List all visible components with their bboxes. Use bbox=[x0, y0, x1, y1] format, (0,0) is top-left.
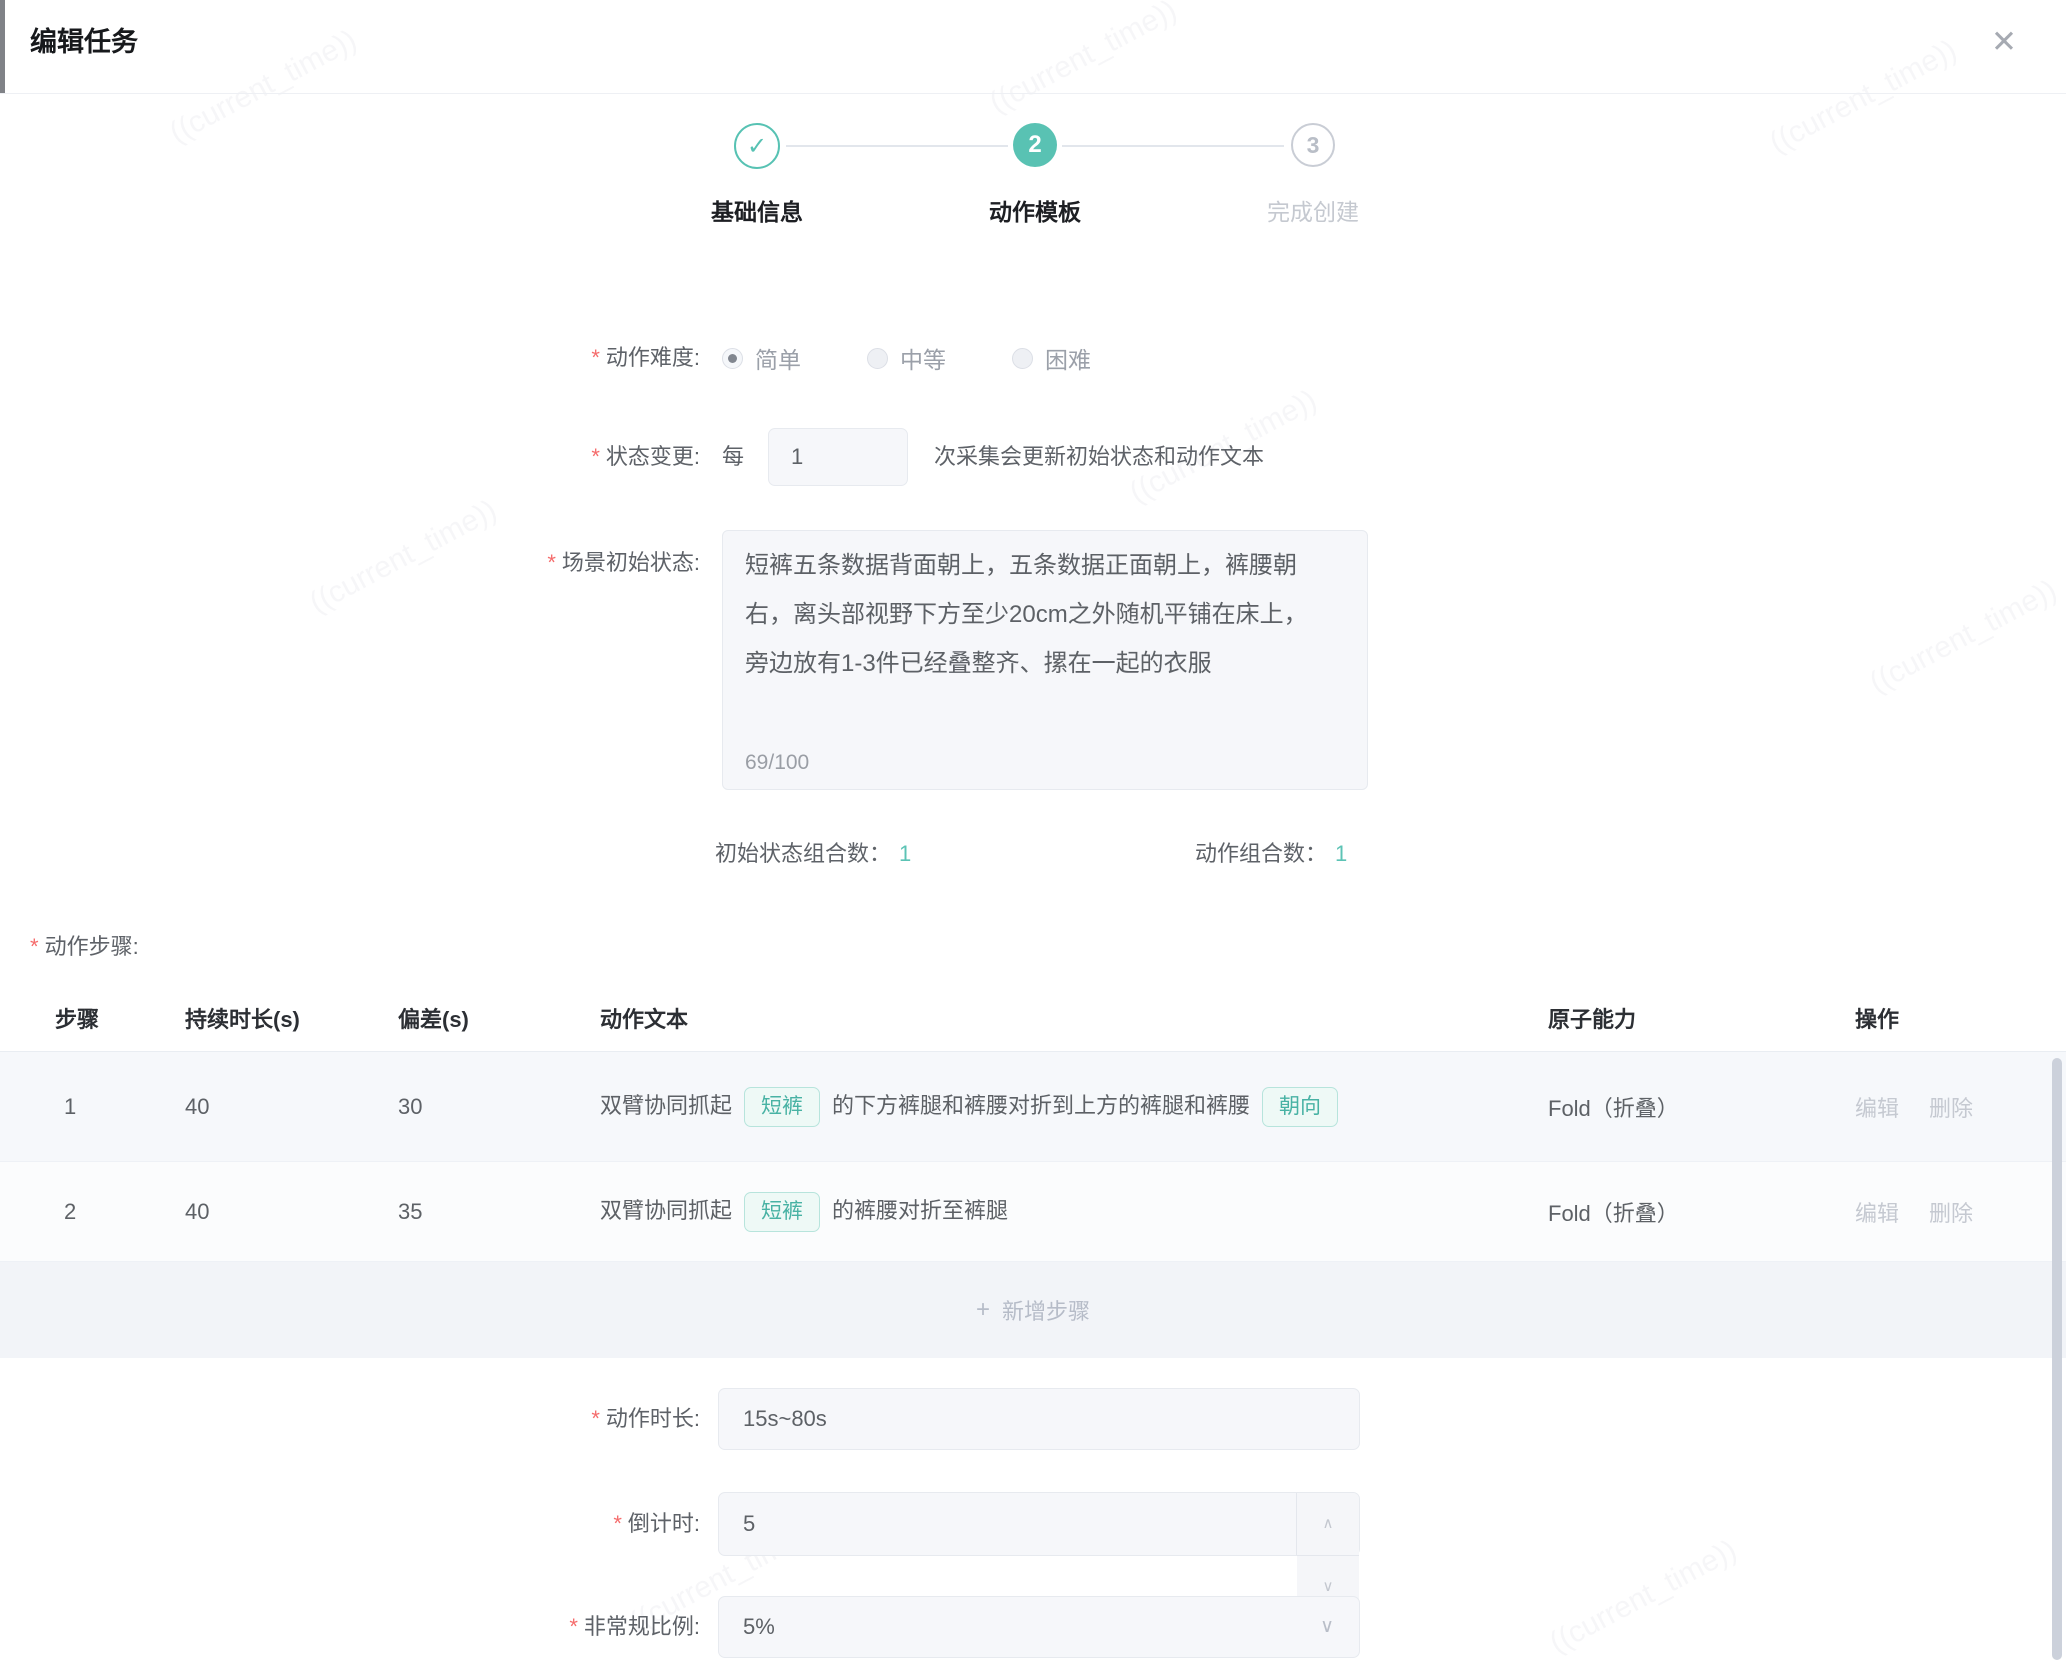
step-3-label: 完成创建 bbox=[1193, 193, 1433, 227]
difficulty-radio-group: 简单 中等 困难 bbox=[722, 330, 1157, 386]
table-row: 2 40 35 双臂协同抓起短裤的裤腰对折至裤腿 Fold（折叠） 编辑 删除 bbox=[0, 1162, 2066, 1262]
add-step-button[interactable]: + 新增步骤 bbox=[976, 1294, 1090, 1326]
plus-icon: + bbox=[976, 1296, 990, 1324]
table-row: 1 40 30 双臂协同抓起短裤的下方裤腿和裤腰对折到上方的裤腿和裤腰朝向 Fo… bbox=[0, 1052, 2066, 1162]
action-combo-count: 动作组合数：1 bbox=[1195, 832, 1347, 876]
row-ability: Fold（折叠） bbox=[1548, 1196, 1679, 1228]
required-asterisk: * bbox=[30, 934, 39, 959]
window-edge bbox=[0, 0, 5, 93]
add-step-label: 新增步骤 bbox=[1002, 1294, 1090, 1326]
duration-label: *动作时长: bbox=[0, 1388, 700, 1450]
row-duration: 40 bbox=[185, 1199, 209, 1225]
row-deviation: 35 bbox=[398, 1199, 422, 1225]
step-1-check-icon: ✓ bbox=[734, 123, 780, 169]
duration-input[interactable]: 15s~80s bbox=[718, 1388, 1360, 1450]
radio-circle-checked bbox=[722, 348, 743, 369]
countdown-label: *倒计时: bbox=[0, 1492, 700, 1556]
add-step-band: + 新增步骤 bbox=[0, 1262, 2066, 1358]
countdown-input[interactable]: 5 ∧ ∨ bbox=[718, 1492, 1360, 1556]
row-step: 1 bbox=[64, 1094, 76, 1120]
row-duration: 40 bbox=[185, 1094, 209, 1120]
radio-circle bbox=[867, 348, 888, 369]
object-tag: 短裤 bbox=[744, 1087, 820, 1127]
direction-tag: 朝向 bbox=[1262, 1087, 1338, 1127]
scrollbar-thumb[interactable] bbox=[2052, 1058, 2062, 1660]
watermark-text: ((current_time)) bbox=[1544, 1533, 1742, 1660]
required-asterisk: * bbox=[591, 345, 600, 370]
number-spinner: ∧ ∨ bbox=[1296, 1493, 1359, 1555]
radio-easy[interactable]: 简单 bbox=[722, 341, 801, 375]
state-change-input[interactable]: 1 bbox=[768, 428, 908, 486]
step-2-circle: 2 bbox=[1013, 123, 1057, 167]
col-actions: 操作 bbox=[1855, 1002, 1899, 1034]
step-3-circle: 3 bbox=[1291, 123, 1335, 167]
row-actions: 编辑 删除 bbox=[1855, 1196, 2003, 1228]
radio-easy-label: 简单 bbox=[755, 341, 801, 375]
radio-hard[interactable]: 困难 bbox=[1012, 341, 1091, 375]
step-1-label: 基础信息 bbox=[637, 193, 877, 227]
required-asterisk: * bbox=[547, 550, 556, 575]
state-change-label: *状态变更: bbox=[0, 428, 700, 486]
difficulty-label: *动作难度: bbox=[0, 330, 700, 386]
ratio-value: 5% bbox=[743, 1614, 775, 1639]
object-tag: 短裤 bbox=[744, 1192, 820, 1232]
initial-combo-count: 初始状态组合数：1 bbox=[715, 832, 911, 876]
col-duration: 持续时长(s) bbox=[185, 1002, 300, 1034]
col-action-text: 动作文本 bbox=[600, 1002, 688, 1034]
step-2-label: 动作模板 bbox=[915, 193, 1155, 227]
radio-medium-label: 中等 bbox=[900, 341, 946, 375]
required-asterisk: * bbox=[613, 1511, 622, 1536]
initial-state-label: *场景初始状态: bbox=[0, 543, 700, 583]
row-ability: Fold（折叠） bbox=[1548, 1091, 1679, 1123]
row-action-text: 双臂协同抓起短裤的下方裤腿和裤腰对折到上方的裤腿和裤腰朝向 bbox=[600, 1087, 1350, 1127]
step-connector bbox=[786, 145, 1008, 147]
col-ability: 原子能力 bbox=[1548, 1002, 1636, 1034]
initial-combo-value: 1 bbox=[899, 841, 911, 866]
state-change-prefix: 每 bbox=[722, 428, 744, 486]
row-step: 2 bbox=[64, 1199, 76, 1225]
col-deviation: 偏差(s) bbox=[398, 1002, 469, 1034]
row-action-text: 双臂协同抓起短裤的裤腰对折至裤腿 bbox=[600, 1192, 1008, 1232]
ratio-label: *非常规比例: bbox=[0, 1596, 700, 1658]
radio-hard-label: 困难 bbox=[1045, 341, 1091, 375]
edit-link[interactable]: 编辑 bbox=[1855, 1096, 1899, 1121]
chevron-down-icon: ∨ bbox=[1320, 1597, 1334, 1657]
required-asterisk: * bbox=[591, 1406, 600, 1431]
countdown-value: 5 bbox=[743, 1511, 755, 1536]
initial-state-textarea[interactable]: 短裤五条数据背面朝上，五条数据正面朝上，裤腰朝右，离头部视野下方至少20cm之外… bbox=[722, 530, 1368, 790]
ratio-select[interactable]: 5% ∨ bbox=[718, 1596, 1360, 1658]
action-combo-value: 1 bbox=[1335, 841, 1347, 866]
radio-medium[interactable]: 中等 bbox=[867, 341, 946, 375]
required-asterisk: * bbox=[569, 1614, 578, 1639]
state-change-suffix: 次采集会更新初始状态和动作文本 bbox=[934, 428, 1264, 486]
watermark-text: ((current_time)) bbox=[1864, 573, 2062, 700]
dialog-title: 编辑任务 bbox=[30, 0, 138, 93]
step-connector bbox=[1062, 145, 1284, 147]
initial-state-value: 短裤五条数据背面朝上，五条数据正面朝上，裤腰朝右，离头部视野下方至少20cm之外… bbox=[745, 541, 1309, 688]
close-icon[interactable]: ✕ bbox=[1980, 18, 2028, 66]
col-step: 步骤 bbox=[55, 1002, 99, 1034]
delete-link[interactable]: 删除 bbox=[1929, 1096, 1973, 1121]
action-steps-label: *动作步骤: bbox=[30, 925, 139, 969]
table-header-row: 步骤 持续时长(s) 偏差(s) 动作文本 原子能力 操作 bbox=[0, 985, 2066, 1052]
dialog-header: 编辑任务 ✕ bbox=[0, 0, 2066, 94]
radio-dot bbox=[728, 354, 737, 363]
action-steps-table: 步骤 持续时长(s) 偏差(s) 动作文本 原子能力 操作 1 40 30 双臂… bbox=[0, 985, 2066, 1358]
row-deviation: 30 bbox=[398, 1094, 422, 1120]
spinner-up-icon[interactable]: ∧ bbox=[1297, 1493, 1359, 1556]
radio-circle bbox=[1012, 348, 1033, 369]
char-counter: 69/100 bbox=[745, 751, 809, 775]
row-actions: 编辑 删除 bbox=[1855, 1091, 2003, 1123]
required-asterisk: * bbox=[591, 444, 600, 469]
edit-link[interactable]: 编辑 bbox=[1855, 1201, 1899, 1226]
delete-link[interactable]: 删除 bbox=[1929, 1201, 1973, 1226]
